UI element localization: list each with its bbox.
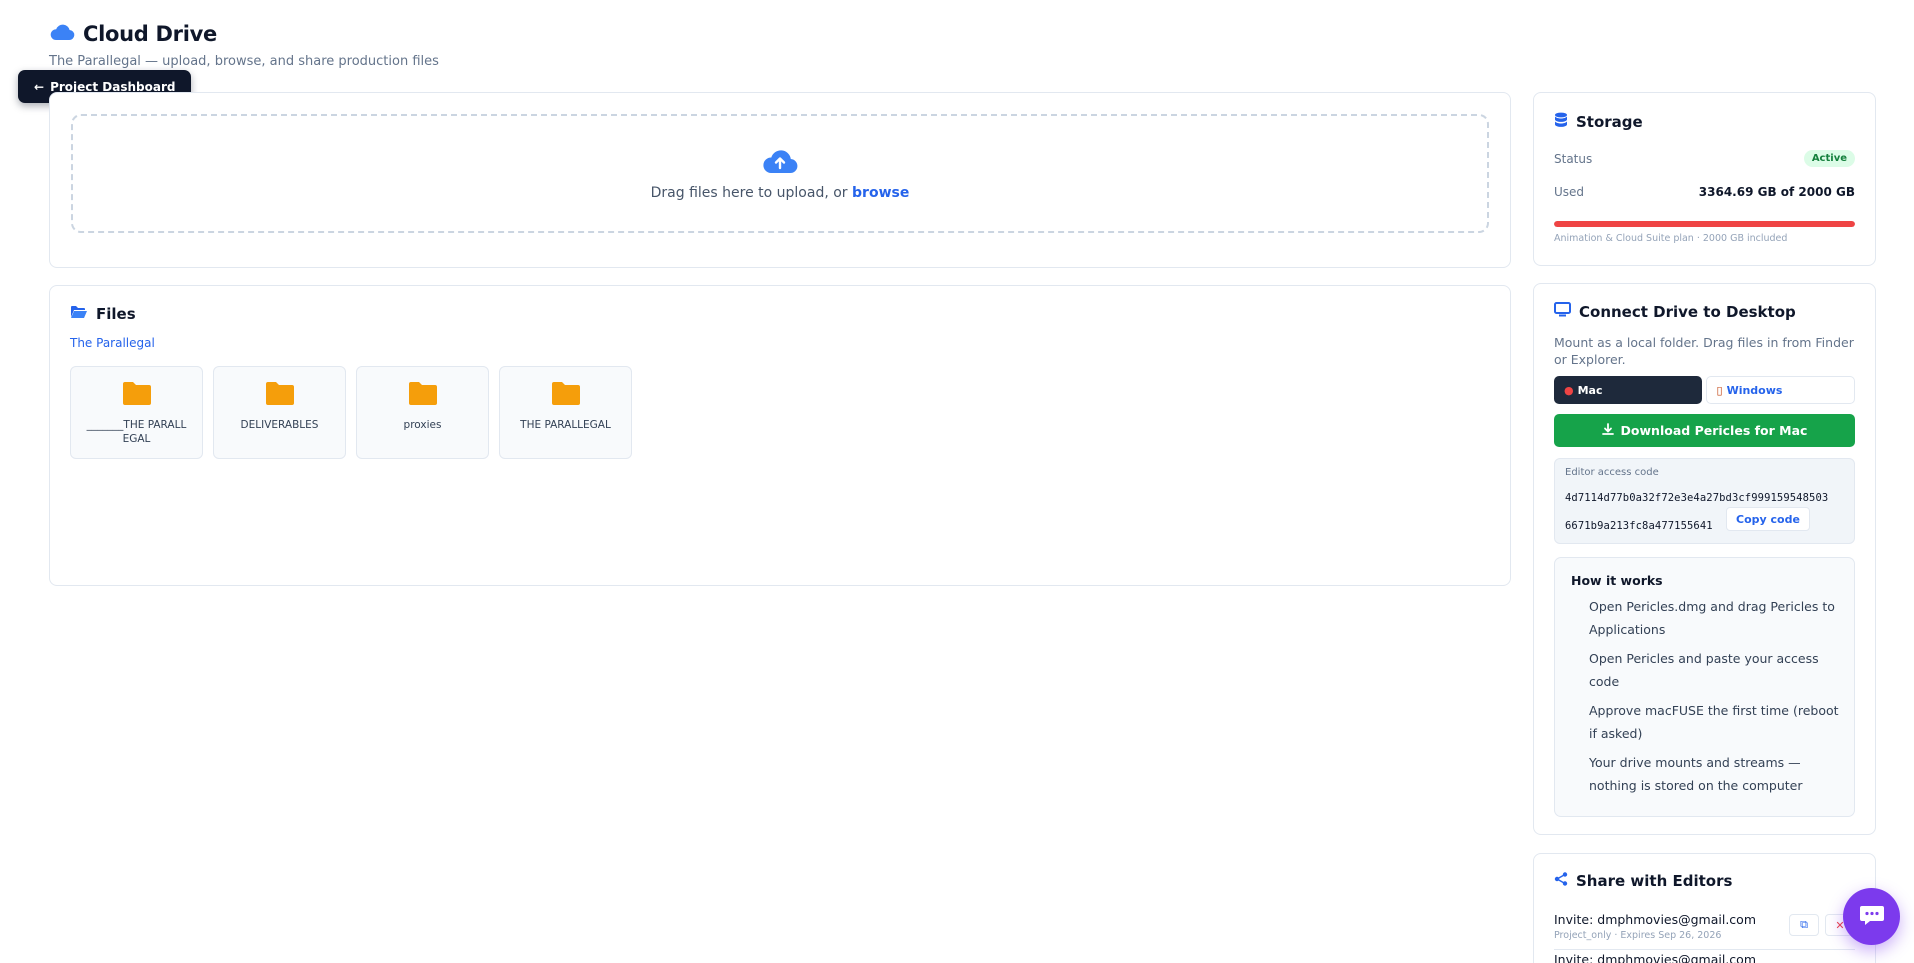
folder-name: THE PARALLEGAL	[520, 419, 611, 431]
upload-card: Drag files here to upload, or browse	[49, 92, 1511, 268]
download-pericles-button[interactable]: Download Pericles for Mac	[1554, 414, 1855, 447]
folder-item[interactable]: DELIVERABLES	[213, 366, 346, 459]
step-item: Your drive mounts and streams — nothing …	[1589, 755, 1803, 793]
tab-windows[interactable]: ▯ Windows	[1705, 376, 1855, 404]
arrow-left-icon: ←	[34, 79, 45, 94]
share-card: Share with Editors Invite: dmphmovies@gm…	[1533, 853, 1876, 963]
how-it-works-box: How it works Open Pericles.dmg and drag …	[1554, 557, 1855, 817]
connect-heading-label: Connect Drive to Desktop	[1579, 302, 1796, 321]
connect-drive-card: Connect Drive to Desktop Mount as a loca…	[1533, 283, 1876, 835]
status-label: Status	[1554, 151, 1593, 166]
copy-icon: ⧉	[1800, 918, 1808, 931]
copy-code-button[interactable]: Copy code	[1726, 507, 1810, 531]
connect-heading: Connect Drive to Desktop	[1554, 302, 1796, 321]
storage-progress-bar	[1554, 221, 1855, 227]
plan-note: Animation & Cloud Suite plan · 2000 GB i…	[1554, 233, 1788, 244]
access-code-label: Editor access code	[1565, 467, 1659, 478]
windows-icon: ▯	[1716, 383, 1723, 397]
files-heading-label: Files	[96, 305, 136, 323]
folder-icon	[265, 381, 295, 410]
share-icon	[1554, 872, 1568, 890]
folder-name: DELIVERABLES	[240, 419, 319, 431]
storage-progress-fill	[1554, 221, 1855, 227]
folder-open-icon	[70, 305, 88, 323]
chat-button[interactable]	[1843, 888, 1900, 945]
step-item: Approve macFUSE the first time (reboot i…	[1589, 703, 1839, 741]
how-it-works-title: How it works	[1571, 573, 1663, 588]
status-badge: Active	[1803, 150, 1855, 167]
folder-item[interactable]: _______THE PARALLEGAL	[70, 366, 203, 459]
files-heading: Files	[70, 305, 136, 323]
connect-description: Mount as a local folder. Drag files in f…	[1554, 335, 1854, 367]
page-subtitle: The Parallegal — upload, browse, and sha…	[49, 54, 439, 69]
upload-dropzone[interactable]: Drag files here to upload, or browse	[71, 114, 1489, 233]
page-header: Cloud Drive The Parallegal — upload, bro…	[49, 22, 439, 69]
files-card: Files The Parallegal _______THE PARALLEG…	[49, 285, 1511, 586]
status-row: Status Active	[1554, 150, 1855, 167]
folder-item[interactable]: THE PARALLEGAL	[499, 366, 632, 459]
folder-grid: _______THE PARALLEGAL DELIVERABLES proxi…	[70, 366, 632, 459]
drop-text: Drag files here to upload, or browse	[651, 185, 910, 201]
monitor-icon	[1554, 302, 1571, 321]
storage-card: Storage Status Active Used 3364.69 GB of…	[1533, 92, 1876, 266]
used-value: 3364.69 GB of 2000 GB	[1698, 185, 1855, 199]
folder-name: proxies	[403, 419, 442, 431]
folder-icon	[408, 381, 438, 410]
used-row: Used 3364.69 GB of 2000 GB	[1554, 185, 1855, 199]
invite-item: Invite: dmphmovies@gmail.com Project_onl…	[1554, 912, 1855, 941]
browse-link[interactable]: browse	[852, 185, 909, 201]
chat-icon	[1859, 904, 1885, 930]
page-title: Cloud Drive	[83, 22, 217, 46]
folder-name: _______THE PARALLEGAL	[86, 419, 187, 445]
download-icon	[1601, 423, 1614, 438]
tab-mac-label: Mac	[1577, 383, 1603, 397]
copy-invite-button[interactable]: ⧉	[1789, 914, 1819, 936]
storage-heading: Storage	[1554, 112, 1643, 132]
cloud-upload-icon	[761, 147, 799, 179]
step-item: Open Pericles and paste your access code	[1589, 651, 1819, 689]
folder-icon	[551, 381, 581, 410]
used-label: Used	[1554, 185, 1585, 199]
invite-divider	[1554, 949, 1855, 950]
title-row: Cloud Drive	[49, 22, 439, 46]
how-it-works-steps: Open Pericles.dmg and drag Pericles to A…	[1589, 596, 1842, 804]
cloud-icon	[49, 22, 75, 46]
storage-heading-label: Storage	[1576, 113, 1643, 131]
share-heading-label: Share with Editors	[1576, 872, 1733, 890]
folder-icon	[122, 381, 152, 410]
database-icon	[1554, 112, 1568, 132]
breadcrumb[interactable]: The Parallegal	[70, 336, 155, 350]
drop-instructions: Drag files here to upload, or	[650, 184, 848, 201]
step-item: Open Pericles.dmg and drag Pericles to A…	[1589, 599, 1835, 637]
tab-mac[interactable]: ● Mac	[1554, 376, 1702, 404]
invite-email: Invite: dmphmovies@gmail.com	[1554, 952, 1757, 963]
share-heading: Share with Editors	[1554, 872, 1732, 890]
download-label: Download Pericles for Mac	[1620, 423, 1808, 438]
os-tabs: ● Mac ▯ Windows	[1554, 376, 1855, 404]
folder-item[interactable]: proxies	[356, 366, 489, 459]
apple-icon: ●	[1564, 383, 1574, 397]
tab-windows-label: Windows	[1726, 383, 1783, 397]
access-code-box: Editor access code 4d7114d77b0a32f72e3e4…	[1554, 458, 1855, 544]
